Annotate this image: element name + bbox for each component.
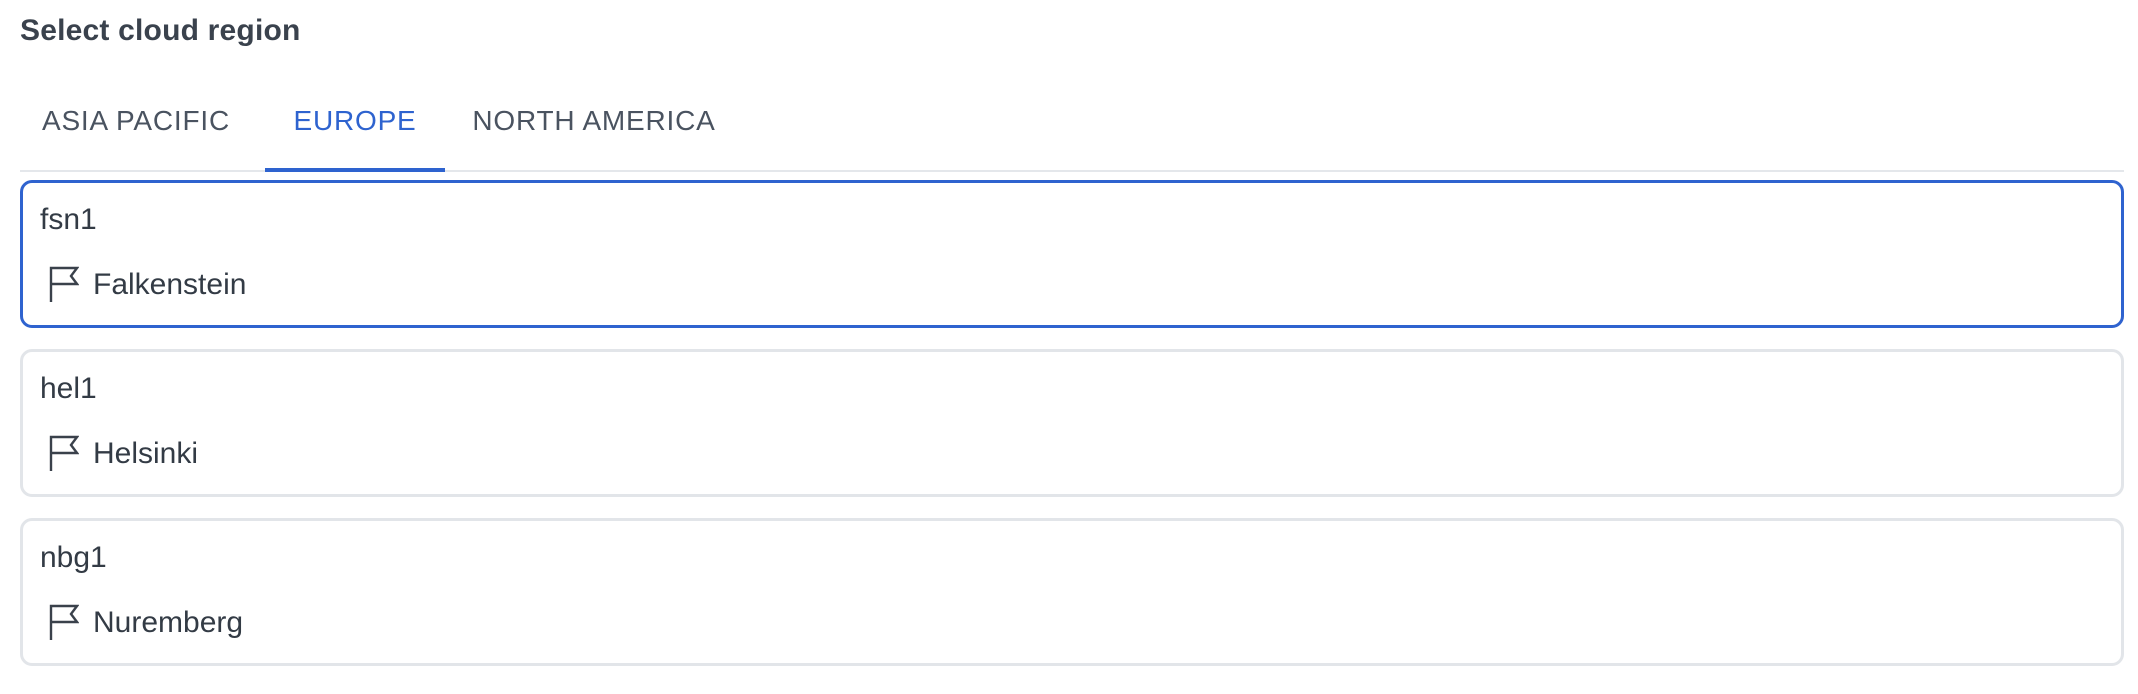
page-title: Select cloud region <box>20 14 301 47</box>
region-location: Helsinki <box>49 434 198 474</box>
active-tab-indicator <box>265 168 445 172</box>
tab-label: NORTH AMERICA <box>472 105 716 136</box>
region-name: Falkenstein <box>93 268 247 301</box>
region-option-fsn1[interactable]: fsn1 Falkenstein <box>20 180 2124 328</box>
region-name: Nuremberg <box>93 606 244 639</box>
tab-north-america[interactable]: NORTH AMERICA <box>464 86 724 170</box>
region-code: fsn1 <box>40 203 97 236</box>
region-location: Falkenstein <box>49 265 246 305</box>
region-tabs: ASIA PACIFIC EUROPE NORTH AMERICA <box>20 86 2124 172</box>
tab-label: ASIA PACIFIC <box>41 105 231 136</box>
tab-label: EUROPE <box>293 105 417 136</box>
region-option-nbg1[interactable]: nbg1 Nuremberg <box>20 518 2124 666</box>
flag-icon <box>49 604 79 640</box>
flag-icon <box>49 266 79 302</box>
region-option-hel1[interactable]: hel1 Helsinki <box>20 349 2124 497</box>
tab-asia-pacific[interactable]: ASIA PACIFIC <box>20 86 252 170</box>
region-code: hel1 <box>40 372 97 405</box>
flag-icon <box>49 435 79 471</box>
region-code: nbg1 <box>40 541 107 574</box>
tab-europe[interactable]: EUROPE <box>265 86 445 172</box>
region-location: Nuremberg <box>49 603 243 643</box>
region-name: Helsinki <box>93 437 199 470</box>
